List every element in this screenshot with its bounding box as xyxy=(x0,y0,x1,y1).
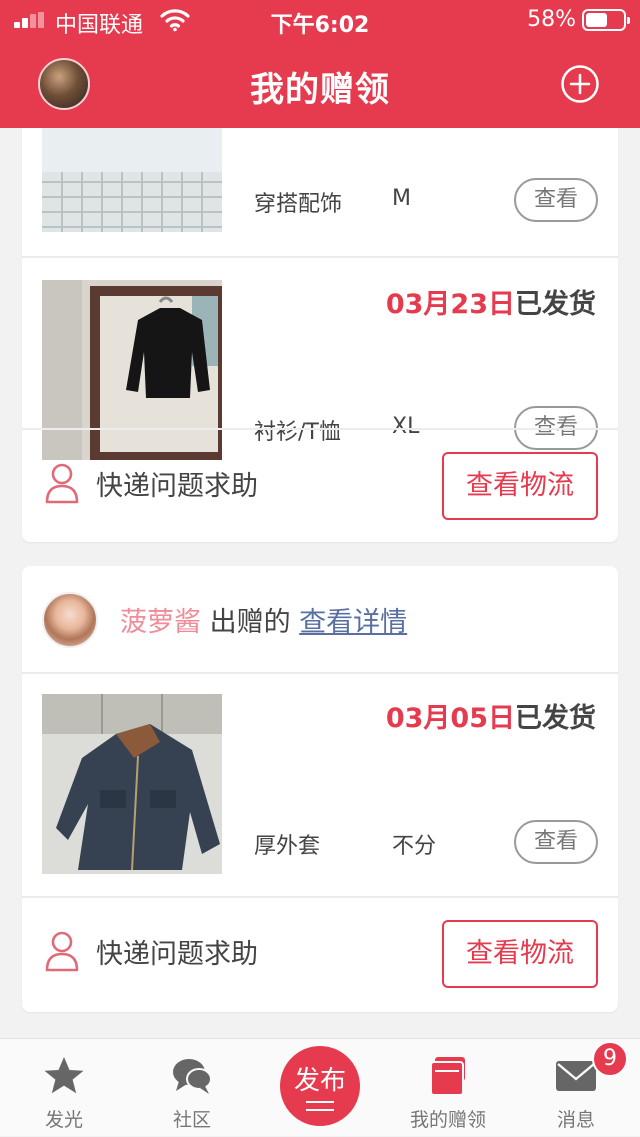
gift-item[interactable]: 03月05日已发货 厚外套 不分 查看 xyxy=(22,674,618,898)
page-title: 我的赠领 xyxy=(250,70,390,110)
person-icon xyxy=(45,463,79,504)
giver-name[interactable]: 菠萝酱 xyxy=(120,607,201,638)
ship-status: 已发货 xyxy=(515,703,596,734)
message-badge: 9 xyxy=(592,1041,628,1077)
ship-date: 03月23日已发货 xyxy=(386,282,596,321)
publish-label: 发布 xyxy=(293,1066,346,1096)
view-logistics-button[interactable]: 查看物流 xyxy=(442,452,598,520)
item-size: M xyxy=(392,186,411,211)
item-size: 不分 xyxy=(392,834,437,859)
plus-circle-icon[interactable] xyxy=(560,64,600,104)
ship-date-value: 03月05日 xyxy=(385,703,515,734)
gift-item[interactable]: 穿搭配饰 M 查看 xyxy=(22,128,618,256)
tab-my-gifts[interactable]: 我的赠领 xyxy=(384,1039,512,1137)
ship-date: 03月05日已发货 xyxy=(386,696,596,735)
tab-label: 消息 xyxy=(556,1109,595,1131)
view-details-link[interactable]: 查看详情 xyxy=(299,607,407,638)
star-icon xyxy=(44,1057,84,1094)
mail-icon xyxy=(556,1061,596,1091)
ship-status: 已发货 xyxy=(515,289,596,320)
giver-avatar[interactable] xyxy=(42,592,98,648)
item-category: 厚外套 xyxy=(254,834,321,859)
giver-action: 出赠的 xyxy=(209,607,291,638)
gift-list[interactable]: 穿搭配饰 M 查看 03月23日已发货 衬衫/T恤 XL 查看 快递问题求助 查… xyxy=(0,128,640,1038)
publish-button[interactable]: 发布 xyxy=(280,1046,360,1126)
view-button[interactable]: 查看 xyxy=(514,178,598,222)
tab-label: 社区 xyxy=(172,1109,211,1131)
tab-label: 我的赠领 xyxy=(409,1109,486,1131)
item-category: 穿搭配饰 xyxy=(254,192,343,217)
chat-bubbles-icon xyxy=(173,1059,212,1094)
publish-icon xyxy=(306,1101,334,1111)
person-icon xyxy=(45,931,79,972)
help-row: 快递问题求助 查看物流 xyxy=(22,896,618,1010)
gift-card: 穿搭配饰 M 查看 03月23日已发货 衬衫/T恤 XL 查看 快递问题求助 查… xyxy=(22,128,618,542)
express-help-link[interactable]: 快递问题求助 xyxy=(96,932,258,971)
battery-icon xyxy=(582,9,630,31)
status-bar: 中国联通 下午6:02 58% xyxy=(0,0,640,40)
gift-card: 菠萝酱 出赠的 查看详情 03月05日已发货 厚外套 不分 查看 快递问题求助 … xyxy=(22,566,618,1012)
divider xyxy=(22,256,618,258)
help-row: 快递问题求助 查看物流 xyxy=(22,428,618,542)
item-photo[interactable] xyxy=(42,694,222,874)
giver-info: 菠萝酱 出赠的 查看详情 xyxy=(120,600,407,639)
item-photo[interactable] xyxy=(42,128,222,232)
view-logistics-button[interactable]: 查看物流 xyxy=(442,920,598,988)
tab-community[interactable]: 社区 xyxy=(128,1039,256,1137)
battery-percent: 58% xyxy=(527,7,576,32)
tab-shine[interactable]: 发光 xyxy=(0,1039,128,1137)
view-button[interactable]: 查看 xyxy=(514,820,598,864)
express-help-link[interactable]: 快递问题求助 xyxy=(96,464,258,503)
tab-label: 发光 xyxy=(44,1109,83,1131)
ship-date-value: 03月23日 xyxy=(385,289,515,320)
giver-row: 菠萝酱 出赠的 查看详情 xyxy=(22,566,618,672)
top-bar: 中国联通 下午6:02 58% 我的赠领 xyxy=(0,0,640,128)
cards-icon xyxy=(430,1057,465,1096)
